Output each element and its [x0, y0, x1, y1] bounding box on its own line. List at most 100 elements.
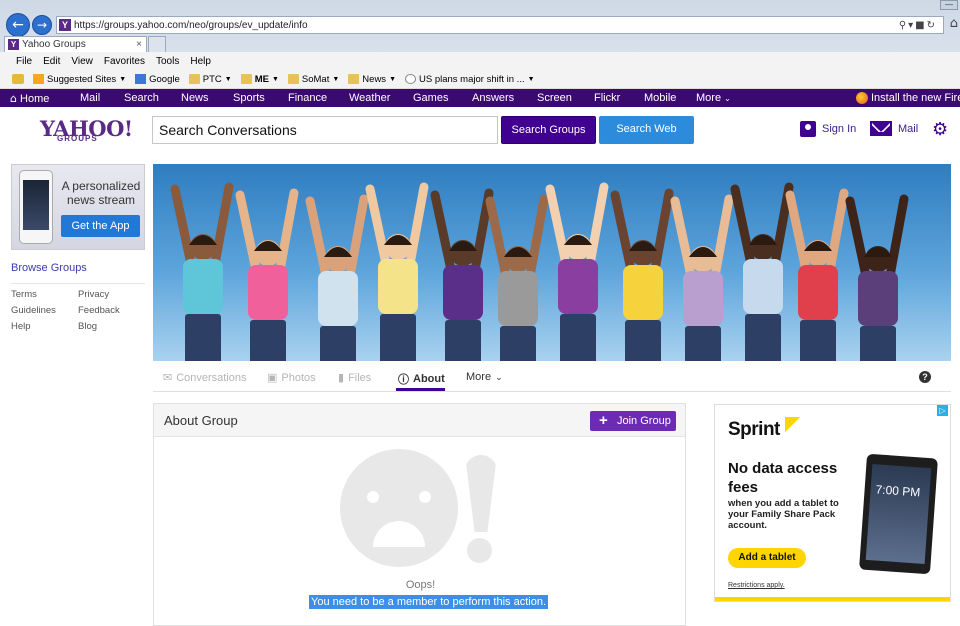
sad-face-icon	[340, 449, 458, 567]
menu-tools[interactable]: Tools	[156, 56, 179, 67]
menu-file[interactable]: File	[16, 56, 32, 67]
nav-sports[interactable]: Sports	[233, 92, 265, 104]
groups-logo-sub: GROUPS	[57, 134, 98, 143]
search-groups-button[interactable]: Search Groups	[501, 116, 596, 144]
mail-label: Mail	[898, 122, 919, 135]
nav-mail[interactable]: Mail	[80, 92, 100, 104]
person-figure	[248, 265, 288, 320]
guidelines-link[interactable]: Guidelines	[11, 305, 78, 316]
person-figure	[449, 241, 477, 251]
person-figure	[860, 326, 896, 361]
tab-photos[interactable]: ▣ Photos	[267, 371, 316, 384]
tab-about[interactable]: ⓘ About	[398, 371, 445, 387]
back-icon[interactable]: ←	[6, 13, 30, 37]
home-icon[interactable]: ⌂	[950, 16, 958, 31]
address-bar[interactable]: Y https://groups. yahoo.com/neo/groups/ev…	[56, 16, 944, 34]
person-figure	[380, 314, 416, 361]
url-path: /neo/groups/ev_update/info	[186, 19, 308, 31]
mail-link[interactable]: Mail	[870, 121, 918, 136]
fav-news[interactable]: News ▼	[348, 74, 396, 85]
feedback-link[interactable]: Feedback	[78, 305, 145, 316]
help-icon[interactable]: ?	[919, 371, 931, 383]
restrictions-link[interactable]: Restrictions apply.	[728, 582, 785, 589]
install-firefox-link[interactable]: Install the new Firef	[856, 92, 960, 104]
person-figure	[170, 184, 196, 269]
sprint-ad[interactable]: ▷ Sprint No data access fees when you ad…	[714, 404, 951, 602]
nav-mobile[interactable]: Mobile	[644, 92, 676, 104]
fav-suggested-sites[interactable]: Suggested Sites ▼	[33, 74, 126, 85]
nav-more-label: More	[696, 92, 722, 104]
person-figure	[405, 182, 429, 269]
url-host: yahoo.com	[137, 19, 187, 31]
fav-label: SoMat	[301, 73, 330, 85]
fav-google[interactable]: Google	[135, 74, 180, 85]
menu-edit[interactable]: Edit	[43, 56, 60, 67]
privacy-link[interactable]: Privacy	[78, 289, 145, 300]
menu-view[interactable]: View	[71, 56, 93, 67]
tab-title: Yahoo Groups	[22, 39, 86, 50]
gear-icon[interactable]: ⚙	[932, 119, 948, 140]
nav-home[interactable]: ⌂ Home	[10, 92, 49, 105]
blog-link[interactable]: Blog	[78, 321, 145, 332]
person-figure	[185, 314, 221, 361]
tab-files[interactable]: ▮ Files	[338, 371, 371, 384]
fav-me[interactable]: ME ▼	[240, 74, 279, 85]
person-figure	[745, 314, 781, 361]
ad-choices-icon[interactable]: ▷	[937, 405, 948, 416]
fav-ptc[interactable]: PTC ▼	[188, 74, 232, 85]
menu-help[interactable]: Help	[190, 56, 211, 67]
menu-favorites[interactable]: Favorites	[104, 56, 145, 67]
chevron-down-icon: ▼	[527, 75, 535, 83]
add-a-tablet-button[interactable]: Add a tablet	[728, 548, 806, 568]
exclamation-icon	[465, 455, 497, 532]
yahoo-favicon: Y	[59, 19, 71, 31]
group-tabs: ✉ Conversations ▣ Photos ▮ Files ⓘ About Mor…	[153, 362, 951, 392]
nav-flickr[interactable]: Flickr	[594, 92, 620, 104]
person-figure	[345, 194, 369, 281]
sign-in-link[interactable]: Sign In	[800, 121, 856, 137]
forward-icon[interactable]: →	[32, 15, 52, 35]
address-bar-icons[interactable]: ⚲▾■↻	[899, 20, 937, 31]
phone-image	[19, 170, 53, 244]
tab-conversations[interactable]: ✉ Conversations	[163, 371, 247, 384]
tab-close-icon[interactable]: ×	[136, 39, 142, 50]
nav-answers[interactable]: Answers	[472, 92, 514, 104]
person-figure	[845, 196, 871, 281]
search-input[interactable]: Search Conversations	[152, 116, 498, 144]
terms-link[interactable]: Terms	[11, 289, 78, 300]
nav-finance[interactable]: Finance	[288, 92, 327, 104]
fav-us-plans[interactable]: US plans major shift in ... ▼	[405, 74, 535, 85]
person-figure	[749, 235, 777, 245]
nav-news[interactable]: News	[181, 92, 209, 104]
favorites-bar: Suggested Sites ▼ Google PTC ▼ ME ▼ SoMat ▼ …	[0, 70, 960, 89]
fav-somat[interactable]: SoMat ▼	[287, 73, 339, 85]
app-promo-banner[interactable]: A personalized news stream Get the App	[11, 164, 145, 250]
favorites-star-icon[interactable]	[12, 74, 24, 84]
get-the-app-button[interactable]: Get the App	[61, 215, 140, 237]
plus-icon: +	[599, 412, 608, 429]
person-figure	[650, 188, 674, 275]
browse-groups-link[interactable]: Browse Groups	[11, 262, 87, 274]
folder-icon	[287, 74, 299, 84]
join-group-button[interactable]: + Join Group	[590, 411, 676, 431]
nav-more[interactable]: More ⌄	[696, 92, 731, 104]
window-minimize-button[interactable]: —	[940, 0, 958, 10]
fav-label: Google	[149, 73, 180, 85]
nav-games[interactable]: Games	[413, 92, 448, 104]
nav-weather[interactable]: Weather	[349, 92, 390, 104]
sprint-wing-icon	[785, 417, 805, 435]
oops-text: Oops!	[405, 579, 436, 591]
divider	[11, 283, 145, 284]
tab-photos-label: Photos	[281, 371, 316, 384]
help-link[interactable]: Help	[11, 321, 78, 332]
new-tab-button[interactable]	[148, 36, 166, 52]
nav-search[interactable]: Search	[124, 92, 159, 104]
chevron-down-icon: ⌄	[724, 94, 731, 103]
search-web-button[interactable]: Search Web	[599, 116, 694, 144]
browser-tab[interactable]: Y Yahoo Groups ×	[4, 36, 147, 52]
nav-screen[interactable]: Screen	[537, 92, 572, 104]
tab-more[interactable]: More ⌄	[466, 371, 503, 383]
person-figure	[804, 241, 832, 251]
person-figure	[800, 320, 836, 361]
person-figure	[798, 265, 838, 320]
